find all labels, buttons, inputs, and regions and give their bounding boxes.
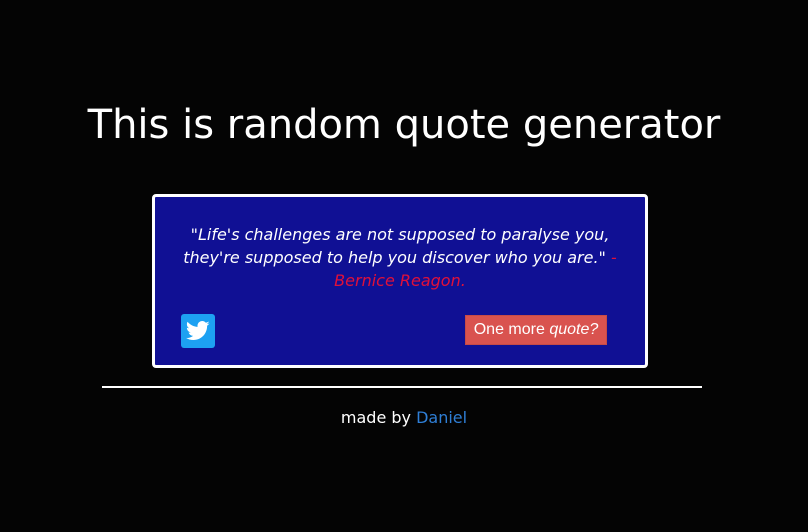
new-quote-label-emphasis: quote? [549,321,599,338]
new-quote-button[interactable]: One more quote? [465,315,607,345]
quote-text-block: "Life's challenges are not supposed to p… [175,223,625,292]
quote-box: "Life's challenges are not supposed to p… [152,194,648,368]
divider [102,386,702,388]
page-title: This is random quote generator [87,102,721,148]
footer: made by Daniel [0,407,808,429]
quote-text: "Life's challenges are not supposed to p… [183,225,610,267]
tweet-button[interactable] [181,314,215,348]
twitter-icon [186,321,210,340]
new-quote-label: One more [473,321,550,338]
made-by-label: made by [340,408,411,427]
author-link[interactable]: Daniel [416,408,467,427]
